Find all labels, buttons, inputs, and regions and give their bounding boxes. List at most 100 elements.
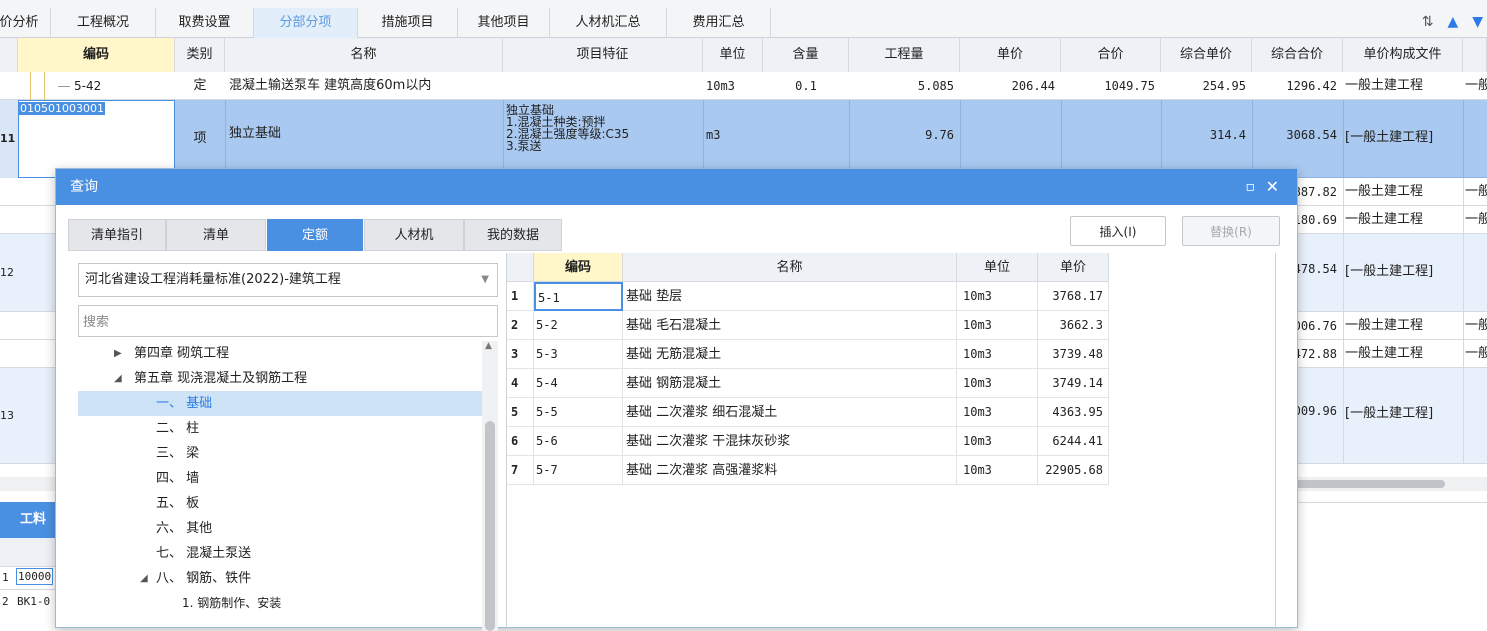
tab-price-analysis[interactable]: 价分析 (0, 8, 51, 38)
library-select[interactable]: 河北省建设工程消耗量标准(2022)-建筑工程 ▼ (78, 263, 498, 297)
tab-sub-items[interactable]: 分部分项 (254, 8, 358, 38)
result-row[interactable]: 2 5-2 基础 毛石混凝土 10m3 3662.3 (507, 311, 1109, 340)
result-cell-unit: 10m3 (957, 427, 1038, 456)
row-index: 11 (0, 100, 18, 178)
tab-my-data[interactable]: 我的数据 (464, 219, 562, 251)
header-unit[interactable]: 单位 (703, 38, 763, 72)
header-feature[interactable]: 项目特征 (503, 38, 703, 72)
result-cell-code[interactable]: 5-2 (534, 311, 623, 340)
tree-node[interactable]: 七、 混凝土泵送 (78, 541, 482, 566)
query-dialog: 查询 ▫ ✕ 清单指引 清单 定额 人材机 我的数据 插入(I) 替换(R) 河… (55, 168, 1298, 631)
tree-node[interactable]: 四、 墙 (78, 466, 482, 491)
result-row[interactable]: 5 5-5 基础 二次灌浆 细石混凝土 10m3 4363.95 (507, 398, 1109, 427)
cell-extra: 一般 (1465, 184, 1487, 199)
header-price-file[interactable]: 单价构成文件 (1343, 38, 1463, 72)
tree-node[interactable]: ◢ 八、 钢筋、铁件 (78, 566, 482, 591)
result-row[interactable]: 7 5-7 基础 二次灌浆 高强灌浆料 10m3 22905.68 (507, 456, 1109, 485)
result-row[interactable]: 6 5-6 基础 二次灌浆 干混抹灰砂浆 10m3 6244.41 (507, 427, 1109, 456)
tab-list-guide[interactable]: 清单指引 (68, 219, 166, 251)
replace-button[interactable]: 替换(R) (1182, 216, 1280, 246)
result-row[interactable]: 3 5-3 基础 无筋混凝土 10m3 3739.48 (507, 340, 1109, 369)
tab-measure-items[interactable]: 措施项目 (358, 8, 458, 38)
tree-node[interactable]: 五、 板 (78, 491, 482, 516)
move-down-icon[interactable]: ▼ (1472, 14, 1483, 30)
collapse-icon[interactable]: ◢ (114, 366, 122, 391)
row-index: 1 (2, 571, 9, 584)
result-cell-code[interactable]: 5-4 (534, 369, 623, 398)
expand-icon[interactable]: ▶ (114, 341, 122, 366)
cell-price-file: [一般土建工程] (1345, 406, 1434, 421)
result-row[interactable]: 1 5-1 基础 垫层 10m3 3768.17 (507, 282, 1109, 311)
tree-node[interactable]: ▶ 第四章 砌筑工程 (78, 341, 482, 366)
tree-node-selected[interactable]: 一、 基础 (78, 391, 482, 416)
tree-node[interactable]: 三、 梁 (78, 441, 482, 466)
tab-project-overview[interactable]: 工程概况 (51, 8, 156, 38)
table-row[interactable]: 1 10000 (0, 566, 60, 590)
header-unit-price[interactable]: 单价 (960, 38, 1061, 72)
result-row[interactable]: 4 5-4 基础 钢筋混凝土 10m3 3749.14 (507, 369, 1109, 398)
header-type[interactable]: 类别 (175, 38, 225, 72)
maximize-icon[interactable]: ▫ (1246, 169, 1256, 205)
result-cell-name: 基础 钢筋混凝土 (623, 369, 957, 398)
tab-other-items[interactable]: 其他项目 (458, 8, 550, 38)
cell-code[interactable]: 10000 (16, 568, 54, 585)
close-icon[interactable]: ✕ (1266, 169, 1279, 205)
tab-labor-material[interactable]: 工料 (0, 502, 60, 538)
sort-icon[interactable]: ⇅ (1422, 14, 1434, 30)
header-code[interactable]: 编码 (18, 38, 175, 72)
scrollbar-thumb[interactable] (1290, 480, 1445, 488)
feature-line: 3.泵送 (506, 139, 542, 153)
cell-code-editing[interactable]: 010501003001 (18, 100, 175, 178)
result-cell-name: 基础 垫层 (623, 282, 957, 311)
tree-node[interactable]: ◢ 第五章 现浇混凝土及钢筋工程 (78, 366, 482, 391)
cell-comp-unit-price: 254.95 (1202, 79, 1246, 93)
result-cell-price: 3662.3 (1038, 311, 1109, 340)
result-cell-code[interactable]: 5-1 (534, 282, 623, 311)
results-header-code[interactable]: 编码 (534, 253, 623, 282)
move-up-icon[interactable]: ▲ (1447, 14, 1458, 30)
results-header-name[interactable]: 名称 (623, 253, 957, 282)
tree-scrollbar[interactable]: ▲ (482, 341, 498, 631)
result-cell-code[interactable]: 5-5 (534, 398, 623, 427)
tab-labor-material-machine[interactable]: 人材机 (364, 219, 464, 251)
tree-node-label: 八、 钢筋、铁件 (156, 571, 252, 586)
header-comp-total[interactable]: 综合合价 (1252, 38, 1343, 72)
cell-extra: 一般 (1465, 318, 1487, 333)
dialog-title-bar[interactable]: 查询 ▫ ✕ (56, 169, 1297, 205)
cell-type: 项 (193, 131, 207, 146)
cell-price-file: [一般土建工程] (1345, 264, 1434, 279)
header-quantity[interactable]: 工程量 (849, 38, 960, 72)
tree-node[interactable]: 六、 其他 (78, 516, 482, 541)
scroll-up-icon[interactable]: ▲ (485, 341, 492, 351)
results-header-price[interactable]: 单价 (1038, 253, 1109, 282)
header-name[interactable]: 名称 (225, 38, 503, 72)
tab-quota[interactable]: 定额 (267, 219, 363, 251)
result-cell-code[interactable]: 5-6 (534, 427, 623, 456)
insert-button[interactable]: 插入(I) (1070, 216, 1166, 246)
result-cell-unit: 10m3 (957, 398, 1038, 427)
header-total[interactable]: 合价 (1061, 38, 1161, 72)
result-cell-code[interactable]: 5-7 (534, 456, 623, 485)
search-input[interactable] (78, 305, 498, 337)
table-row[interactable]: 2 BK1-0 (0, 590, 60, 613)
chevron-down-icon: ▼ (481, 274, 489, 285)
tree-node-label: 五、 板 (156, 496, 200, 511)
result-cell-name: 基础 二次灌浆 高强灌浆料 (623, 456, 957, 485)
tab-list[interactable]: 清单 (166, 219, 266, 251)
cell-price-file: 一般土建工程 (1345, 78, 1424, 93)
result-cell-index: 6 (507, 427, 534, 456)
tree-node[interactable]: 1. 钢筋制作、安装 (78, 591, 482, 616)
results-header-unit[interactable]: 单位 (957, 253, 1038, 282)
cell-total: 1049.75 (1104, 79, 1155, 93)
tab-fee-settings[interactable]: 取费设置 (156, 8, 254, 38)
scrollbar-thumb[interactable] (485, 421, 495, 631)
header-qty-ratio[interactable]: 含量 (763, 38, 849, 72)
tree-node[interactable]: 二、 柱 (78, 416, 482, 441)
result-cell-code[interactable]: 5-3 (534, 340, 623, 369)
result-cell-index: 5 (507, 398, 534, 427)
collapse-icon[interactable]: ◢ (140, 566, 148, 591)
header-comp-unit-price[interactable]: 综合单价 (1161, 38, 1252, 72)
tab-cost-summary[interactable]: 费用汇总 (667, 8, 771, 38)
row-index: 12 (0, 266, 14, 279)
tab-labor-material-summary[interactable]: 人材机汇总 (550, 8, 667, 38)
